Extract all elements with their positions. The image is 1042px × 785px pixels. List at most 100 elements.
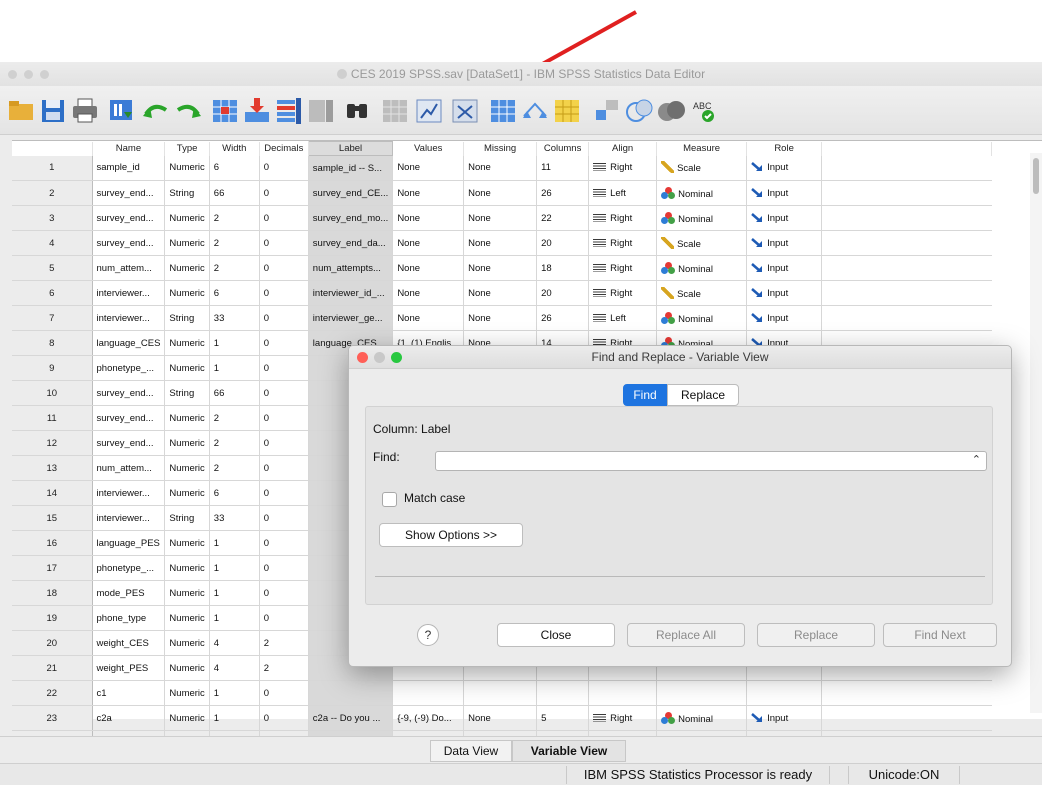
cell-type[interactable]: Numeric bbox=[164, 455, 210, 481]
cell-type[interactable]: Numeric bbox=[164, 630, 210, 656]
cell-width[interactable]: 2 bbox=[209, 205, 260, 231]
cell-width[interactable]: 6 bbox=[209, 280, 260, 306]
cell-name[interactable]: c2a bbox=[92, 705, 166, 731]
stepper-icon[interactable]: ⌃ bbox=[972, 453, 981, 466]
scrollbar-thumb[interactable] bbox=[1033, 158, 1039, 194]
row-number[interactable]: 19 bbox=[12, 605, 93, 631]
cell-dec[interactable]: 0 bbox=[259, 155, 309, 181]
tab-find[interactable]: Find bbox=[623, 384, 667, 406]
tab-replace[interactable]: Replace bbox=[667, 384, 739, 406]
goto-case-icon[interactable] bbox=[210, 94, 240, 126]
cell-label[interactable]: interviewer_ge... bbox=[308, 305, 394, 331]
cell-align[interactable]: Right bbox=[588, 280, 658, 306]
cell-values[interactable] bbox=[392, 680, 465, 706]
cell-type[interactable]: Numeric bbox=[164, 355, 210, 381]
cell-name[interactable]: survey_end... bbox=[92, 430, 166, 456]
col-header-decimals[interactable]: Decimals bbox=[259, 141, 309, 156]
abc-spelling-icon[interactable]: ABC bbox=[690, 94, 720, 126]
cell-name[interactable]: phonetype_... bbox=[92, 555, 166, 581]
cell-missing[interactable]: None bbox=[463, 155, 538, 181]
col-header-missing[interactable]: Missing bbox=[463, 141, 538, 156]
find-input[interactable]: ⌃ bbox=[435, 451, 987, 471]
replace-all-button[interactable]: Replace All bbox=[627, 623, 745, 647]
cell-dec[interactable]: 0 bbox=[259, 205, 309, 231]
cell-name[interactable]: num_attem... bbox=[92, 455, 166, 481]
cell-type[interactable]: String bbox=[164, 380, 210, 406]
row-number[interactable]: 11 bbox=[12, 405, 93, 431]
save-icon[interactable] bbox=[38, 94, 68, 126]
cell-type[interactable]: String bbox=[164, 305, 210, 331]
cell-dec[interactable]: 0 bbox=[259, 255, 309, 281]
cell-width[interactable]: 1 bbox=[209, 330, 260, 356]
cell-values[interactable]: None bbox=[392, 280, 465, 306]
open-icon[interactable] bbox=[6, 94, 36, 126]
cell-dec[interactable]: 0 bbox=[259, 355, 309, 381]
cell-columns[interactable]: 11 bbox=[536, 155, 590, 181]
row-number[interactable]: 17 bbox=[12, 555, 93, 581]
cell-type[interactable]: Numeric bbox=[164, 655, 210, 681]
cell-type[interactable]: Numeric bbox=[164, 705, 210, 731]
cell-name[interactable]: survey_end... bbox=[92, 405, 166, 431]
goto-variable-icon[interactable] bbox=[242, 94, 272, 126]
cell-name[interactable]: phone_type bbox=[92, 605, 166, 631]
row-number[interactable]: 10 bbox=[12, 380, 93, 406]
cell-name[interactable]: survey_end... bbox=[92, 230, 166, 256]
table-row[interactable]: 2 survey_end... String 66 0 survey_end_CE... N… bbox=[12, 180, 992, 206]
cell-width[interactable]: 6 bbox=[209, 480, 260, 506]
cell-role[interactable]: Input bbox=[746, 280, 823, 306]
cell-values[interactable]: None bbox=[392, 255, 465, 281]
close-button[interactable]: Close bbox=[497, 623, 615, 647]
cell-measure[interactable]: Nominal bbox=[656, 255, 748, 281]
cell-width[interactable]: 1 bbox=[209, 680, 260, 706]
value-labels-icon[interactable] bbox=[552, 94, 582, 126]
cell-dec[interactable]: 0 bbox=[259, 230, 309, 256]
row-number[interactable]: 2 bbox=[12, 180, 93, 206]
col-header-measure[interactable]: Measure bbox=[656, 141, 748, 156]
cell-dec[interactable]: 0 bbox=[259, 455, 309, 481]
cell-name[interactable]: num_attem... bbox=[92, 255, 166, 281]
cell-label[interactable]: survey_end_da... bbox=[308, 230, 394, 256]
cell-values[interactable]: None bbox=[392, 180, 465, 206]
cell-type[interactable]: Numeric bbox=[164, 230, 210, 256]
cell-dec[interactable]: 0 bbox=[259, 430, 309, 456]
cell-dec[interactable]: 0 bbox=[259, 505, 309, 531]
cell-type[interactable]: Numeric bbox=[164, 680, 210, 706]
cell-columns[interactable]: 26 bbox=[536, 180, 590, 206]
cell-name[interactable]: mode_PES bbox=[92, 580, 166, 606]
row-number[interactable]: 6 bbox=[12, 280, 93, 306]
cell-dec[interactable]: 0 bbox=[259, 305, 309, 331]
cell-width[interactable]: 33 bbox=[209, 505, 260, 531]
replace-button[interactable]: Replace bbox=[757, 623, 875, 647]
cell-width[interactable]: 66 bbox=[209, 380, 260, 406]
cell-type[interactable]: Numeric bbox=[164, 580, 210, 606]
row-number[interactable]: 23 bbox=[12, 705, 93, 731]
row-number[interactable]: 15 bbox=[12, 505, 93, 531]
cell-width[interactable]: 2 bbox=[209, 230, 260, 256]
cell-label[interactable]: survey_end_CE... bbox=[308, 180, 394, 206]
cell-name[interactable]: interviewer... bbox=[92, 305, 166, 331]
cell-type[interactable]: Numeric bbox=[164, 405, 210, 431]
row-number[interactable]: 9 bbox=[12, 355, 93, 381]
cell-measure[interactable]: Nominal bbox=[656, 205, 748, 231]
cell-missing[interactable]: None bbox=[463, 305, 538, 331]
cell-dec[interactable]: 0 bbox=[259, 380, 309, 406]
cell-measure[interactable]: Scale bbox=[656, 280, 748, 306]
recall-dialog-icon[interactable] bbox=[106, 94, 136, 126]
table-row[interactable]: 3 survey_end... Numeric 2 0 survey_end_mo... N… bbox=[12, 205, 992, 231]
cell-measure[interactable]: Scale bbox=[656, 230, 748, 256]
cell-align[interactable] bbox=[588, 680, 658, 706]
cell-dec[interactable]: 0 bbox=[259, 405, 309, 431]
row-number[interactable]: 21 bbox=[12, 655, 93, 681]
row-number[interactable]: 13 bbox=[12, 455, 93, 481]
tab-data-view[interactable]: Data View bbox=[430, 740, 512, 762]
cell-type[interactable]: Numeric bbox=[164, 530, 210, 556]
col-header-width[interactable]: Width bbox=[209, 141, 260, 156]
cell-measure[interactable] bbox=[656, 680, 748, 706]
row-number[interactable]: 16 bbox=[12, 530, 93, 556]
run-descriptives-icon[interactable] bbox=[306, 94, 336, 126]
cell-dec[interactable]: 0 bbox=[259, 555, 309, 581]
table-row[interactable]: 1 sample_id Numeric 6 0 sample_id -- S... None… bbox=[12, 155, 992, 181]
cell-missing[interactable]: None bbox=[463, 230, 538, 256]
cell-role[interactable]: Input bbox=[746, 155, 823, 181]
cell-name[interactable]: weight_CES bbox=[92, 630, 166, 656]
